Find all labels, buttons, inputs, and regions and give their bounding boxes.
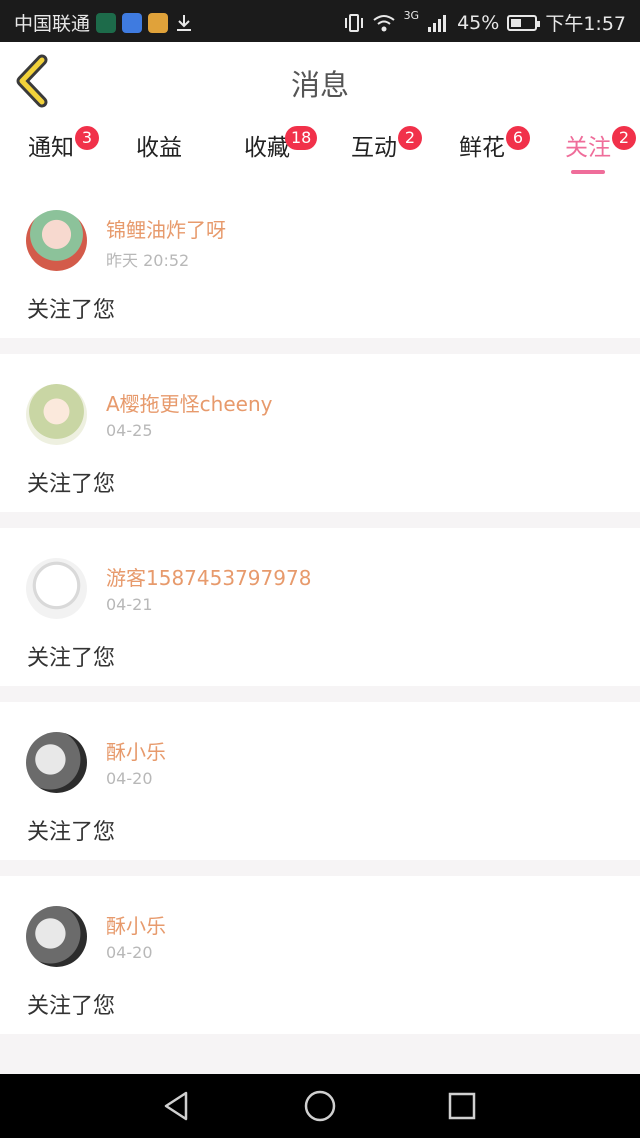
header: 消息 (0, 42, 640, 121)
battery-percent: 45% (457, 11, 500, 34)
message-text: 关注了您 (27, 472, 116, 497)
list-item[interactable]: 游客1587453797978 04-21 关注了您 (0, 528, 640, 686)
message-text: 关注了您 (27, 298, 116, 323)
signal-icon (428, 14, 447, 32)
avatar[interactable] (26, 906, 87, 967)
tab-notice[interactable]: 通知 3 (11, 126, 99, 164)
tab-earnings[interactable]: 收益 (119, 132, 199, 164)
nav-back-button[interactable] (160, 1088, 196, 1124)
navigation-bar (0, 1074, 640, 1138)
list-item[interactable]: 酥小乐 04-20 关注了您 (0, 876, 640, 1034)
vibrate-icon (344, 13, 363, 32)
avatar[interactable] (26, 558, 87, 619)
user-name[interactable]: 游客1587453797978 (106, 562, 311, 591)
user-name[interactable]: A樱拖更怪cheeny (106, 388, 272, 417)
nav-recents-button[interactable] (444, 1088, 480, 1124)
square-recents-icon (448, 1092, 476, 1120)
tab-follow[interactable]: 关注 2 (548, 126, 636, 174)
message-text: 关注了您 (27, 994, 116, 1019)
paw-app-icon (122, 12, 143, 33)
tab-underline (571, 170, 605, 174)
user-name[interactable]: 锦鲤油炸了呀 (106, 214, 226, 243)
avatar[interactable] (26, 210, 87, 271)
tab-flowers[interactable]: 鲜花 6 (442, 126, 530, 164)
circle-home-icon (304, 1090, 336, 1122)
message-time: 04-21 (106, 595, 153, 614)
tab-badge: 6 (506, 126, 530, 150)
status-bar: 中国联通 3G 45% 下午1:57 (0, 0, 640, 42)
tab-interaction[interactable]: 互动 2 (334, 126, 422, 164)
notification-app-icon (96, 12, 117, 33)
avatar[interactable] (26, 732, 87, 793)
message-text: 关注了您 (27, 820, 116, 845)
tab-badge: 18 (285, 126, 318, 150)
nav-home-button[interactable] (302, 1088, 338, 1124)
tab-badge: 2 (398, 126, 422, 150)
tab-bar: 通知 3 收益 收藏 18 互动 2 鲜花 6 关注 2 (0, 120, 640, 180)
carrier-label: 中国联通 (14, 13, 91, 35)
download-icon (177, 14, 192, 31)
message-time: 04-25 (106, 421, 153, 440)
message-time: 04-20 (106, 769, 153, 788)
tab-favorites[interactable]: 收藏 18 (227, 126, 318, 164)
clock: 下午1:57 (545, 13, 626, 35)
page-title: 消息 (290, 68, 349, 102)
list-item[interactable]: A樱拖更怪cheeny 04-25 关注了您 (0, 354, 640, 512)
avatar[interactable] (26, 384, 87, 445)
game-app-icon (148, 12, 169, 33)
tab-label: 收益 (136, 135, 182, 161)
tab-badge: 3 (75, 126, 99, 150)
message-list: 锦鲤油炸了呀 昨天 20:52 关注了您 A樱拖更怪cheeny 04-25 关… (0, 180, 640, 1050)
network-type-label: 3G (403, 9, 420, 22)
battery-icon (507, 14, 541, 31)
tab-badge: 2 (612, 126, 636, 150)
message-time: 昨天 20:52 (106, 251, 190, 270)
user-name[interactable]: 酥小乐 (106, 910, 166, 939)
list-item[interactable]: 锦鲤油炸了呀 昨天 20:52 关注了您 (0, 180, 640, 338)
message-time: 04-20 (106, 943, 153, 962)
list-item[interactable]: 酥小乐 04-20 关注了您 (0, 702, 640, 860)
wifi-icon (372, 14, 395, 31)
message-text: 关注了您 (27, 646, 116, 671)
user-name[interactable]: 酥小乐 (106, 736, 166, 765)
triangle-back-icon (164, 1091, 188, 1121)
